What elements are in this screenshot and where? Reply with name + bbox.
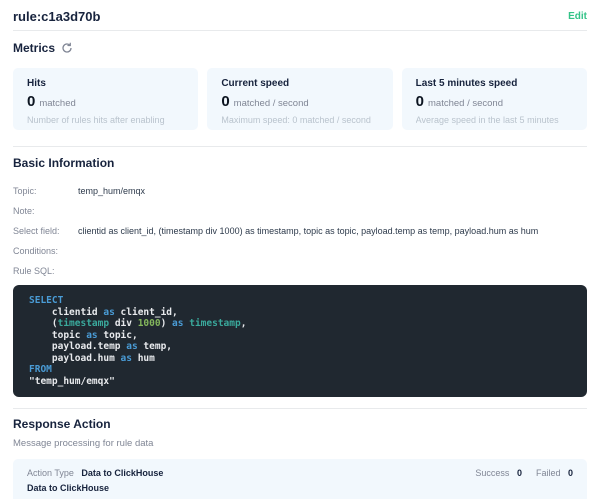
metric-card-hits: Hits 0 matched Number of rules hits after… [13, 68, 198, 130]
section-divider [13, 146, 587, 147]
metric-title: Last 5 minutes speed [416, 78, 573, 89]
response-action-card: Action Type Data to ClickHouse Success 0… [13, 459, 587, 499]
action-type-row: Action Type Data to ClickHouse Success 0… [27, 468, 573, 478]
metric-title: Hits [27, 78, 184, 89]
basic-info-rows: Topic: temp_hum/emqx Note: Select field:… [13, 183, 587, 283]
failed-stat: Failed 0 [536, 468, 573, 478]
code-line: payload.temp as temp, [29, 341, 571, 353]
metric-subtitle: Average speed in the last 5 minutes [416, 115, 573, 125]
success-value: 0 [517, 468, 522, 478]
metric-unit: matched / second [234, 98, 309, 109]
code-line: topic as topic, [29, 330, 571, 342]
info-label: Conditions: [13, 243, 78, 263]
metric-title: Current speed [221, 78, 378, 89]
code-line: payload.hum as hum [29, 353, 571, 365]
metric-card-5min-speed: Last 5 minutes speed 0 matched / second A… [402, 68, 587, 130]
failed-label: Failed [536, 468, 561, 478]
response-action-subtitle: Message processing for rule data [13, 438, 587, 449]
metric-subtitle: Number of rules hits after enabling [27, 115, 184, 125]
success-stat: Success 0 [475, 468, 522, 478]
info-row-topic: Topic: temp_hum/emqx [13, 183, 587, 203]
info-label: Note: [13, 203, 78, 223]
info-row-rule-sql: Rule SQL: [13, 263, 587, 283]
metric-cards: Hits 0 matched Number of rules hits after… [13, 68, 587, 130]
info-row-conditions: Conditions: [13, 243, 587, 263]
action-type-label: Action Type [27, 468, 74, 478]
metric-unit: matched / second [428, 98, 503, 109]
failed-value: 0 [568, 468, 573, 478]
info-row-select-field: Select field: clientid as client_id, (ti… [13, 223, 587, 243]
info-label: Select field: [13, 223, 78, 243]
info-value: clientid as client_id, (timestamp div 10… [78, 223, 538, 243]
refresh-icon[interactable] [61, 42, 73, 54]
metrics-title: Metrics [13, 41, 55, 55]
response-action-title: Response Action [13, 417, 587, 431]
page-header: rule:c1a3d70b Edit [13, 0, 587, 31]
success-label: Success [475, 468, 509, 478]
basic-info-title: Basic Information [13, 156, 587, 170]
action-type-value: Data to ClickHouse [81, 468, 163, 478]
code-line: clientid as client_id, [29, 307, 571, 319]
code-line: (timestamp div 1000) as timestamp, [29, 318, 571, 330]
info-row-note: Note: [13, 203, 587, 223]
rule-detail-page: rule:c1a3d70b Edit Metrics Hits 0 matched… [0, 0, 600, 499]
action-stats: Success 0 Failed 0 [475, 468, 573, 478]
metric-card-current-speed: Current speed 0 matched / second Maximum … [207, 68, 392, 130]
info-label: Topic: [13, 183, 78, 203]
metric-value: 0 [27, 93, 35, 110]
metric-value: 0 [221, 93, 229, 110]
metric-unit: matched [39, 98, 75, 109]
metric-value: 0 [416, 93, 424, 110]
page-title: rule:c1a3d70b [13, 9, 100, 24]
section-divider [13, 408, 587, 409]
code-line: SELECT [29, 295, 571, 307]
info-label: Rule SQL: [13, 263, 78, 283]
code-line: FROM [29, 364, 571, 376]
info-value: temp_hum/emqx [78, 183, 145, 203]
metrics-header: Metrics [13, 41, 587, 55]
edit-button[interactable]: Edit [568, 11, 587, 22]
action-type: Action Type Data to ClickHouse [27, 468, 163, 478]
metric-subtitle: Maximum speed: 0 matched / second [221, 115, 378, 125]
action-name: Data to ClickHouse [27, 483, 573, 493]
code-line: "temp_hum/emqx" [29, 376, 571, 388]
rule-sql-code-block: SELECT clientid as client_id, (timestamp… [13, 285, 587, 397]
